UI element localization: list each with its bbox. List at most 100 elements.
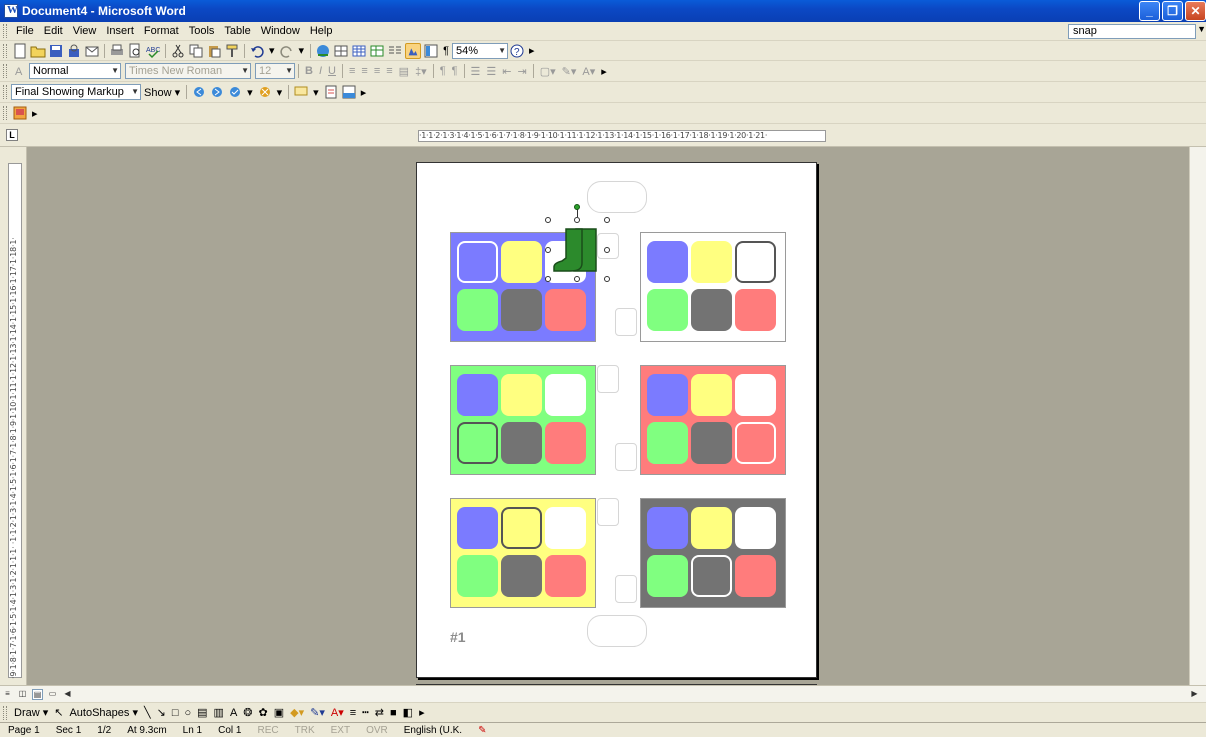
oval-tool-icon[interactable]: ○	[184, 707, 191, 719]
toolbar-grip[interactable]	[3, 705, 7, 720]
tile-gray[interactable]	[501, 289, 542, 331]
tile-blue[interactable]	[457, 507, 498, 549]
color-card-yellow[interactable]	[450, 498, 596, 608]
display-dropdown-icon[interactable]: ▼	[131, 85, 139, 99]
horizontal-scrollbar[interactable]: ≡ ◫ ▤ ▭ ◀ ▶	[0, 685, 1206, 702]
picture-tool-icon[interactable]	[12, 105, 28, 121]
tile-green[interactable]	[457, 289, 498, 331]
print-preview-icon[interactable]	[127, 43, 143, 59]
horizontal-ruler[interactable]: L ·1·1·2·1·3·1·4·1·5·1·6·1·7·1·8·1·9·1·1…	[0, 124, 1206, 147]
copy-icon[interactable]	[188, 43, 204, 59]
accept-change-icon[interactable]	[227, 84, 243, 100]
menu-help[interactable]: Help	[305, 22, 338, 41]
tile-yellow[interactable]	[501, 507, 542, 549]
accept-dropdown-icon[interactable]: ▾	[247, 86, 253, 99]
tab-selector[interactable]: L	[6, 129, 18, 141]
dash-style-icon[interactable]: ┅	[362, 706, 369, 719]
reviewing-pane-icon[interactable]	[341, 84, 357, 100]
tile-green[interactable]	[457, 422, 498, 464]
line-spacing-icon[interactable]: ‡▾	[415, 65, 427, 78]
cut-icon[interactable]	[170, 43, 186, 59]
toolbar-grip[interactable]	[3, 64, 7, 78]
border-icon[interactable]: ▢▾	[540, 65, 556, 78]
print-layout-view-icon[interactable]: ▤	[32, 688, 43, 700]
print-icon[interactable]	[109, 43, 125, 59]
menu-format[interactable]: Format	[139, 22, 184, 41]
tile-white[interactable]	[545, 374, 586, 416]
document-map-icon[interactable]	[423, 43, 439, 59]
status-language[interactable]: English (U.K.	[396, 725, 470, 736]
menubar-grip[interactable]	[3, 24, 7, 38]
resize-handle-e[interactable]	[604, 247, 610, 253]
wordart-icon[interactable]: A	[230, 707, 237, 719]
tile-gray[interactable]	[691, 555, 732, 597]
tile-gray[interactable]	[691, 289, 732, 331]
tile-red[interactable]	[735, 422, 776, 464]
insert-hyperlink-icon[interactable]	[315, 43, 331, 59]
resize-handle-w[interactable]	[545, 247, 551, 253]
insert-comment-icon[interactable]	[293, 84, 309, 100]
tile-yellow[interactable]	[501, 374, 542, 416]
insert-excel-icon[interactable]	[369, 43, 385, 59]
justify-icon[interactable]: ≡	[386, 65, 392, 77]
3d-style-icon[interactable]: ◧	[403, 706, 413, 719]
toolbar-grip[interactable]	[3, 43, 7, 58]
ltr-icon[interactable]: ¶	[440, 65, 446, 77]
display-for-review-combo[interactable]: Final Showing Markup ▼	[11, 84, 141, 100]
help-search-input[interactable]: snap	[1068, 24, 1196, 39]
tile-blue[interactable]	[647, 507, 688, 549]
close-button[interactable]: ✕	[1185, 1, 1206, 21]
highlight-icon[interactable]: ✎▾	[562, 65, 577, 78]
diagram-icon[interactable]: ❂	[243, 706, 252, 719]
fill-color-icon[interactable]: ◆▾	[290, 706, 304, 719]
rotate-handle[interactable]	[574, 204, 580, 210]
line-tool-icon[interactable]: ╲	[144, 706, 151, 719]
tile-blue[interactable]	[457, 241, 498, 283]
shadow-style-icon[interactable]: ■	[390, 707, 397, 719]
tile-blue[interactable]	[647, 241, 688, 283]
vertical-ruler[interactable]: ·9·1·8·1·7·1·6·1·5·1·4·1·3·1·2·1·1·1· ·1…	[0, 147, 27, 685]
tile-gray[interactable]	[501, 422, 542, 464]
help-icon[interactable]: ?	[509, 43, 525, 59]
arrow-tool-icon[interactable]: ↘	[157, 706, 166, 719]
boots-clipart-icon[interactable]	[552, 227, 602, 275]
status-ext[interactable]: EXT	[323, 725, 358, 736]
draw-font-color-icon[interactable]: A▾	[331, 706, 344, 719]
toolbar-options-icon[interactable]: ▸	[529, 44, 535, 57]
menu-insert[interactable]: Insert	[101, 22, 139, 41]
numbering-icon[interactable]: ☰	[471, 65, 481, 78]
scroll-left-icon[interactable]: ◀	[62, 689, 73, 700]
document-page[interactable]: #1	[416, 162, 817, 678]
tile-green[interactable]	[647, 422, 688, 464]
tile-green[interactable]	[647, 289, 688, 331]
vertical-scrollbar[interactable]	[1189, 147, 1206, 685]
menu-file[interactable]: File	[11, 22, 39, 41]
toolbar-grip[interactable]	[3, 85, 7, 99]
align-left-icon[interactable]: ≡	[349, 65, 355, 77]
tile-yellow[interactable]	[691, 374, 732, 416]
color-card-green[interactable]	[450, 365, 596, 475]
drawing-icon[interactable]	[405, 42, 422, 59]
spelling-status-icon[interactable]: ✎	[470, 725, 494, 736]
bullets-icon[interactable]: ☰	[486, 65, 496, 78]
tile-yellow[interactable]	[691, 241, 732, 283]
previous-change-icon[interactable]	[191, 84, 207, 100]
spelling-icon[interactable]: ABC	[145, 43, 161, 59]
insert-table-icon[interactable]	[351, 43, 367, 59]
styles-pane-icon[interactable]: A	[12, 63, 28, 79]
underline-icon[interactable]: U	[328, 65, 336, 77]
tile-blue[interactable]	[457, 374, 498, 416]
undo-dropdown-icon[interactable]: ▾	[269, 44, 275, 57]
tables-borders-icon[interactable]	[333, 43, 349, 59]
resize-handle-se[interactable]	[604, 276, 610, 282]
tile-gray[interactable]	[691, 422, 732, 464]
distributed-icon[interactable]: ▤	[399, 65, 409, 78]
zoom-dropdown-icon[interactable]: ▼	[498, 44, 506, 58]
font-dropdown-icon[interactable]: ▼	[241, 64, 249, 78]
tile-yellow[interactable]	[691, 507, 732, 549]
email-icon[interactable]	[84, 43, 100, 59]
permission-icon[interactable]	[66, 43, 82, 59]
tile-red[interactable]	[735, 555, 776, 597]
tile-blue[interactable]	[647, 374, 688, 416]
track-changes-icon[interactable]	[323, 84, 339, 100]
